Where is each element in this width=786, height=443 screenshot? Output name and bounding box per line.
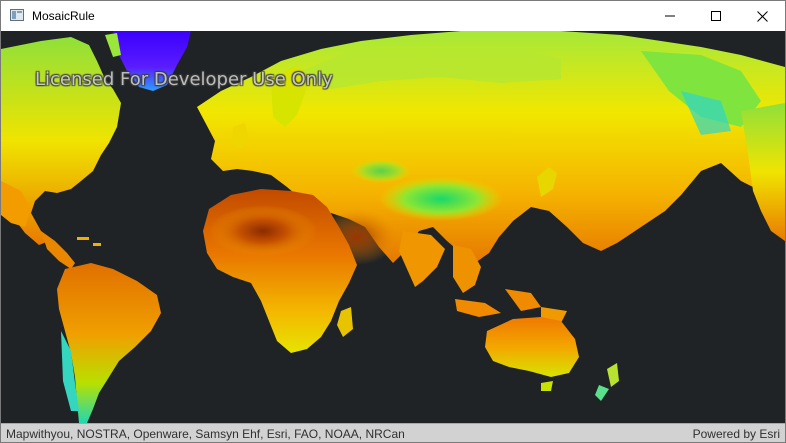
app-window-icon <box>10 9 24 21</box>
maximize-button[interactable] <box>693 1 739 31</box>
close-icon <box>756 10 768 22</box>
window-title: MosaicRule <box>32 9 95 23</box>
attribution-text[interactable]: Mapwithyou, NOSTRA, Openware, Samsyn Ehf… <box>6 427 405 441</box>
app-window: MosaicRule Licensed For Developer Use On… <box>0 0 786 443</box>
map-view[interactable]: Licensed For Developer Use Only <box>1 31 785 423</box>
close-button[interactable] <box>739 1 785 31</box>
attribution-bar: Mapwithyou, NOSTRA, Openware, Samsyn Ehf… <box>1 423 785 442</box>
maximize-icon <box>711 11 721 21</box>
minimize-icon <box>665 15 675 17</box>
title-bar[interactable]: MosaicRule <box>1 1 785 31</box>
minimize-button[interactable] <box>647 1 693 31</box>
powered-by-label[interactable]: Powered by Esri <box>693 427 780 441</box>
watermark-label: Licensed For Developer Use Only <box>35 69 333 90</box>
